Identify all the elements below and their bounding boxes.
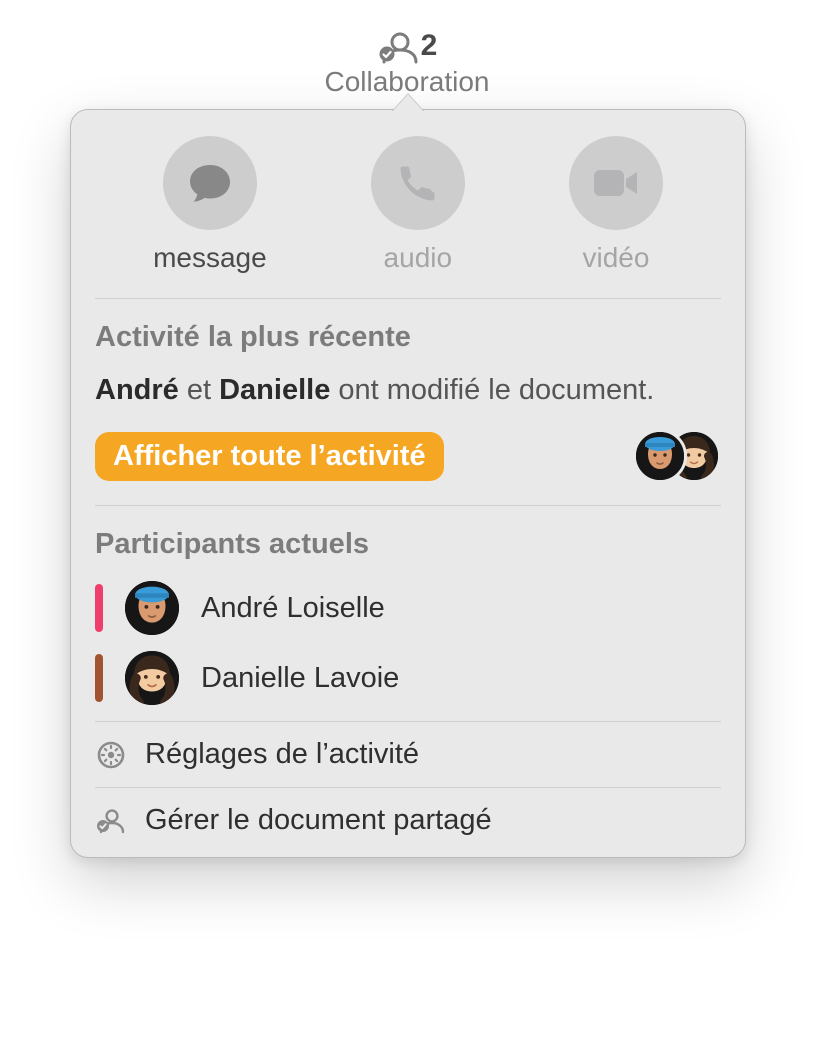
recent-activity-text: André et Danielle ont modifié le documen… [95,374,721,407]
message-icon [163,136,257,230]
person-check-icon [95,805,127,837]
video-button[interactable]: vidéo [569,136,663,274]
presence-indicator [95,654,103,702]
manage-shared-doc-button[interactable]: Gérer le document partagé [71,788,745,853]
participant-name: André Loiselle [201,592,385,625]
participants-section: Participants actuels André Loiselle [71,506,745,705]
message-button[interactable]: message [153,136,267,274]
audio-button[interactable]: audio [371,136,465,274]
participants-title: Participants actuels [95,528,721,561]
video-icon [569,136,663,230]
participant-count: 2 [421,29,438,63]
audio-label: audio [384,242,453,274]
activity-person-2: Danielle [219,374,330,406]
participant-andre[interactable]: André Loiselle [95,581,721,635]
participant-danielle[interactable]: Danielle Lavoie [95,651,721,705]
collaboration-popover: message audio vidéo Activité la plus réc… [70,109,746,858]
collaboration-icon-with-count: 2 [377,28,438,64]
avatar-andre [633,429,687,483]
activity-avatars[interactable] [633,429,721,483]
recent-activity-section: Activité la plus récente André et Daniel… [71,299,745,505]
menu-label: Gérer le document partagé [145,804,492,837]
message-label: message [153,242,267,274]
recent-activity-title: Activité la plus récente [95,321,721,354]
phone-icon [371,136,465,230]
participant-name: Danielle Lavoie [201,662,399,695]
video-label: vidéo [582,242,649,274]
collaboration-icon [377,28,419,64]
collaboration-toolbar-button[interactable]: 2 Collaboration [0,28,814,98]
avatar-andre [125,581,179,635]
activity-settings-button[interactable]: Réglages de l’activité [71,722,745,787]
gear-badge-icon [95,739,127,771]
menu-label: Réglages de l’activité [145,738,419,771]
show-all-activity-button[interactable]: Afficher toute l’activité [95,432,444,481]
activity-person-1: André [95,374,179,406]
presence-indicator [95,584,103,632]
action-row: message audio vidéo [71,130,745,284]
avatar-danielle [125,651,179,705]
